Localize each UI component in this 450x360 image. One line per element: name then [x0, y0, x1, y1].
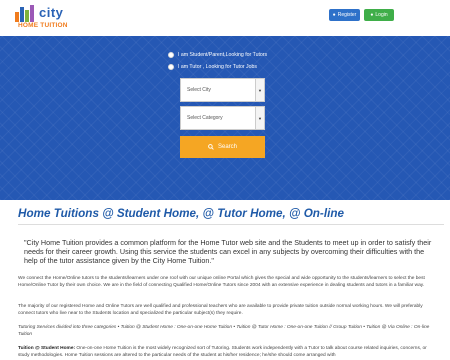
register-button[interactable]: ● Register: [329, 9, 360, 21]
radio-tutor[interactable]: [168, 64, 174, 70]
paragraph-connect: We connect the Home/Online tutors to the…: [18, 276, 425, 288]
radio-student[interactable]: [168, 52, 174, 58]
student-home-heading: Tuition @ Student Home:: [18, 346, 76, 351]
city-select[interactable]: Select City ▼: [180, 78, 265, 102]
radio-student-label: I am Student/Parent,Looking for Tutors: [178, 52, 268, 58]
site-header: city HOME TUITION ● Register ● Login: [0, 0, 450, 36]
logo-subtext: HOME TUITION: [18, 22, 68, 29]
logo-buildings-icon: [15, 5, 41, 22]
search-button[interactable]: Search: [180, 136, 265, 158]
radio-tutor-label: I am Tutor , Looking for Tutor Jobs: [178, 64, 258, 70]
title-divider: [18, 224, 444, 225]
student-home-text: One-on-one Home Tuition is the most wide…: [18, 346, 427, 358]
page-title: Home Tuitions @ Student Home, @ Tutor Ho…: [18, 207, 344, 220]
search-icon: [208, 144, 214, 150]
city-select-value: Select City: [187, 87, 211, 93]
caret-down-icon: ▼: [255, 107, 264, 129]
register-label: Register: [337, 12, 357, 18]
logo-text: city: [39, 5, 64, 20]
paragraph-services: Tutoring Services divided into three cat…: [18, 325, 430, 337]
radio-student-option[interactable]: I am Student/Parent,Looking for Tutors: [168, 51, 267, 59]
category-select[interactable]: Select Category ▼: [180, 106, 265, 130]
caret-down-icon: ▼: [255, 79, 264, 101]
login-button[interactable]: ● Login: [364, 9, 394, 21]
paragraph-student-home: Tuition @ Student Home: One-on-one Home …: [18, 346, 438, 360]
search-hero: I am Student/Parent,Looking for Tutors I…: [0, 36, 450, 200]
category-select-value: Select Category: [187, 115, 223, 121]
user-icon: ●: [332, 12, 336, 18]
site-logo[interactable]: city HOME TUITION: [15, 5, 75, 31]
login-label: Login: [375, 12, 388, 18]
user-icon: ●: [370, 12, 374, 18]
search-label: Search: [217, 144, 237, 150]
radio-tutor-option[interactable]: I am Tutor , Looking for Tutor Jobs: [168, 63, 257, 71]
intro-quote: "City Home Tuition provides a common pla…: [24, 238, 432, 266]
paragraph-tutors: The majority of our registered Home and …: [18, 304, 423, 316]
